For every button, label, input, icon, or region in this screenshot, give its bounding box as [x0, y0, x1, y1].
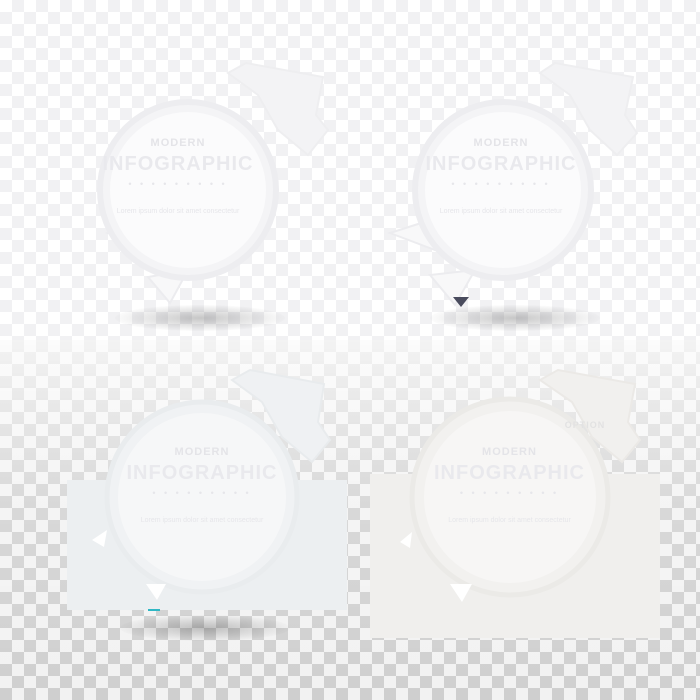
card-2-subtitle: MODERN [473, 137, 529, 149]
card-1-subtitle: MODERN [150, 137, 206, 149]
card-4-title: INFOGRAPHIC [434, 462, 585, 484]
card-2-title: INFOGRAPHIC [425, 153, 577, 175]
card-1-dots: • • • • • • • • • [128, 179, 228, 189]
infographic-card-4: OPTION MODERN INFOGRAPHIC • • • • • • • … [370, 362, 665, 640]
card-4-option-label: OPTION [564, 420, 606, 430]
card-4-subtitle: MODERN [482, 446, 537, 458]
card-1-body: Lorem ipsum dolor sit amet consectetur [116, 208, 240, 215]
infographic-card-3: MODERN INFOGRAPHIC • • • • • • • • • Lor… [62, 362, 352, 622]
card-3-body: Lorem ipsum dolor sit amet consectetur [140, 517, 264, 524]
card-1-inner [110, 112, 266, 268]
infographic-card-1: MODERN INFOGRAPHIC • • • • • • • • • Lor… [78, 55, 338, 315]
card-3-title: INFOGRAPHIC [126, 462, 278, 484]
card-1-title: INFOGRAPHIC [102, 153, 254, 175]
card-4-shape [370, 368, 660, 638]
card-3-dots: • • • • • • • • • [152, 488, 252, 498]
card-2-body: Lorem ipsum dolor sit amet consectetur [439, 208, 563, 215]
card-2-triangle-bottom [428, 268, 477, 307]
card-2-inner [425, 112, 581, 268]
card-3-subtitle: MODERN [174, 446, 230, 458]
card-2-dots: • • • • • • • • • [451, 179, 551, 189]
card-4-dots: • • • • • • • • • [459, 488, 560, 498]
card-4-body: Lorem ipsum dolor sit amet consectetur [448, 517, 571, 524]
infographic-card-2: MODERN INFOGRAPHIC • • • • • • • • • Lor… [385, 55, 645, 315]
